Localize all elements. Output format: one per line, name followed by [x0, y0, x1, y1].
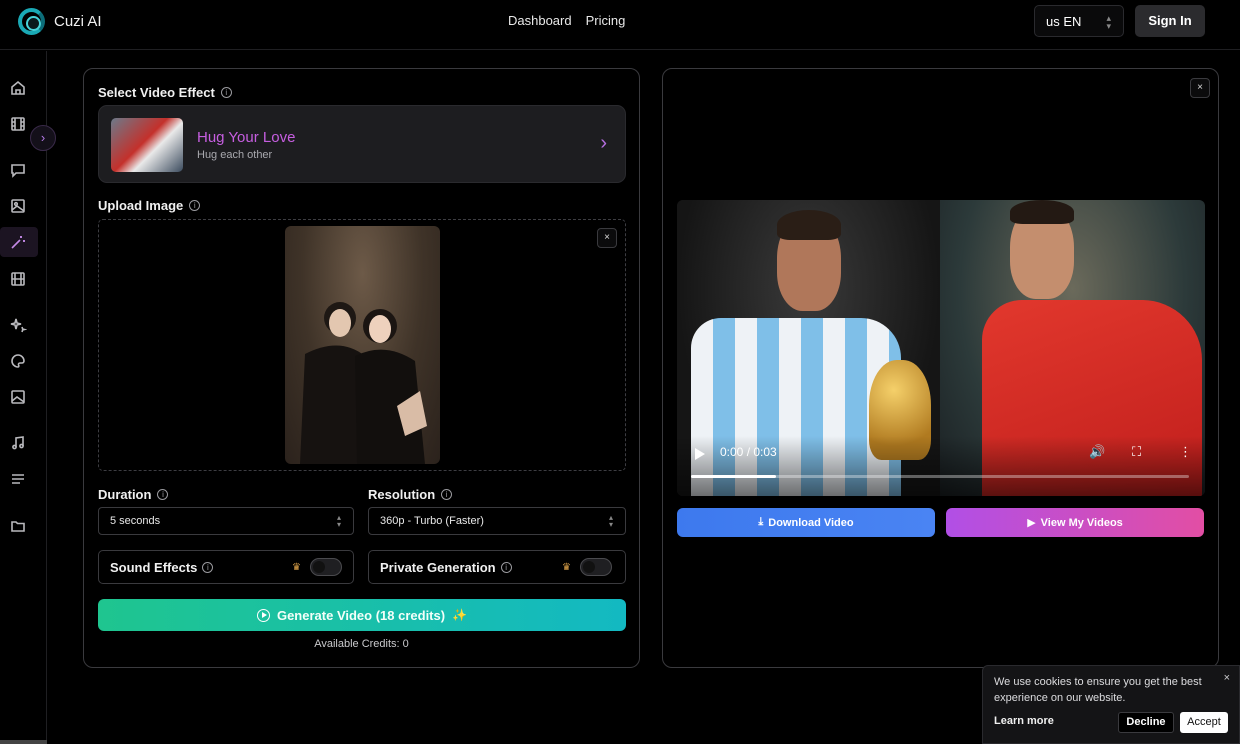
fullscreen-icon[interactable]: ⛶ — [1132, 444, 1141, 460]
video-time: 0:00 / 0:03 — [720, 445, 777, 459]
video-progress-fill — [691, 475, 776, 478]
cookie-banner: We use cookies to ensure you get the bes… — [982, 665, 1240, 744]
uploaded-image — [285, 226, 440, 464]
palette-icon[interactable] — [9, 352, 27, 370]
generator-panel: Select Video Effect i Hug Your Love Hug … — [83, 68, 640, 668]
info-icon[interactable]: i — [220, 87, 232, 98]
image-icon[interactable] — [9, 197, 27, 215]
film-strip-icon[interactable] — [9, 270, 27, 288]
duration-select[interactable]: 5 seconds ▴ ▾ — [98, 507, 354, 535]
chevron-updown-icon: ▴ ▾ — [1106, 13, 1111, 31]
video-progress-bar[interactable] — [691, 475, 1189, 478]
private-generation-label: Private Generation — [380, 559, 496, 575]
resolution-value: 360p - Turbo (Faster) — [380, 515, 484, 527]
main-nav: Dashboard Pricing — [508, 13, 625, 28]
view-label: View My Videos — [1040, 516, 1123, 529]
close-icon[interactable]: × — [1224, 672, 1230, 684]
sparkles-icon: ✨ — [452, 608, 468, 622]
crown-icon: ♛ — [562, 562, 571, 573]
home-icon[interactable] — [9, 79, 27, 97]
sound-effects-option: Sound Effects i ♛ — [98, 550, 354, 584]
scrollbar[interactable] — [0, 740, 47, 744]
more-options-icon[interactable]: ⋮ — [1179, 444, 1192, 460]
close-preview-button[interactable]: × — [1190, 78, 1210, 98]
decline-button[interactable]: Decline — [1118, 712, 1174, 733]
chevron-updown-icon: ▴ ▾ — [608, 513, 613, 529]
cookie-text: We use cookies to ensure you get the bes… — [994, 676, 1202, 704]
folder-icon[interactable] — [9, 517, 27, 535]
nav-link-dashboard[interactable]: Dashboard — [508, 13, 572, 28]
video-player[interactable]: 0:00 / 0:03 🔊 ⛶ ⋮ — [677, 200, 1205, 496]
info-icon[interactable]: i — [441, 489, 453, 500]
chat-icon[interactable] — [9, 161, 27, 179]
learn-more-link[interactable]: Learn more — [994, 715, 1054, 727]
available-credits: Available Credits: 0 — [314, 638, 409, 650]
generate-label: Generate Video (18 credits) — [276, 607, 446, 623]
preview-panel: × 0:00 / 0:03 🔊 ⛶ ⋮ ⤓ Download Video ▶ V… — [662, 68, 1219, 668]
effect-thumbnail — [111, 118, 183, 172]
info-icon[interactable]: i — [202, 561, 214, 573]
volume-icon[interactable]: 🔊 — [1089, 444, 1105, 460]
image-edit-icon[interactable] — [9, 388, 27, 406]
chevron-right-icon: › — [600, 132, 607, 154]
duration-value: 5 seconds — [110, 515, 161, 527]
play-circle-icon: ▶ — [1027, 517, 1036, 529]
generate-video-button[interactable]: Generate Video (18 credits) ✨ — [98, 599, 626, 631]
sidebar: › — [0, 51, 56, 744]
crown-icon: ♛ — [292, 562, 301, 573]
music-icon[interactable] — [9, 434, 27, 452]
film-icon[interactable] — [9, 115, 27, 133]
effect-selector[interactable]: Hug Your Love Hug each other › — [98, 105, 626, 183]
duration-label: Duration — [98, 487, 152, 502]
play-circle-icon — [256, 608, 270, 622]
sparkles-icon[interactable] — [9, 316, 28, 334]
play-icon[interactable] — [695, 448, 705, 460]
sound-effects-toggle[interactable] — [310, 558, 342, 576]
effect-label-row: Select Video Effect i — [98, 85, 232, 100]
remove-image-button[interactable]: × — [597, 228, 617, 248]
info-icon[interactable]: i — [189, 200, 201, 211]
resolution-label-row: Resolution i — [368, 487, 453, 502]
language-select[interactable]: us EN ▴ ▾ — [1034, 5, 1124, 37]
logo-icon — [18, 8, 45, 35]
upload-label: Upload Image — [98, 198, 184, 213]
top-navbar: Cuzi AI Dashboard Pricing us EN ▴ ▾ Sign … — [0, 0, 1240, 50]
private-generation-option: Private Generation i ♛ — [368, 550, 626, 584]
accept-button[interactable]: Accept — [1180, 712, 1228, 733]
logo[interactable]: Cuzi AI — [18, 8, 102, 35]
app-name: Cuzi AI — [54, 13, 102, 30]
chevron-updown-icon: ▴ ▾ — [336, 513, 341, 529]
resolution-select[interactable]: 360p - Turbo (Faster) ▴ ▾ — [368, 507, 626, 535]
effect-title: Hug Your Love — [197, 129, 296, 146]
info-icon[interactable]: i — [157, 489, 169, 500]
magic-wand-icon[interactable] — [9, 233, 27, 251]
view-my-videos-button[interactable]: ▶ View My Videos — [946, 508, 1204, 537]
nav-link-pricing[interactable]: Pricing — [586, 13, 626, 28]
info-icon[interactable]: i — [500, 561, 512, 573]
upload-dropzone[interactable]: × — [98, 219, 626, 471]
download-video-button[interactable]: ⤓ Download Video — [677, 508, 935, 537]
download-label: Download Video — [768, 516, 854, 529]
sound-effects-label: Sound Effects — [110, 559, 198, 575]
language-value: us EN — [1046, 14, 1082, 29]
resolution-label: Resolution — [368, 487, 436, 502]
private-generation-toggle[interactable] — [580, 558, 612, 576]
duration-label-row: Duration i — [98, 487, 169, 502]
effect-label: Select Video Effect — [98, 85, 215, 100]
download-icon: ⤓ — [758, 516, 764, 528]
list-icon[interactable] — [9, 470, 27, 488]
sidebar-toggle-button[interactable]: › — [30, 125, 56, 151]
sign-in-button[interactable]: Sign In — [1135, 5, 1205, 37]
effect-subtitle: Hug each other — [197, 149, 273, 161]
upload-label-row: Upload Image i — [98, 198, 201, 213]
